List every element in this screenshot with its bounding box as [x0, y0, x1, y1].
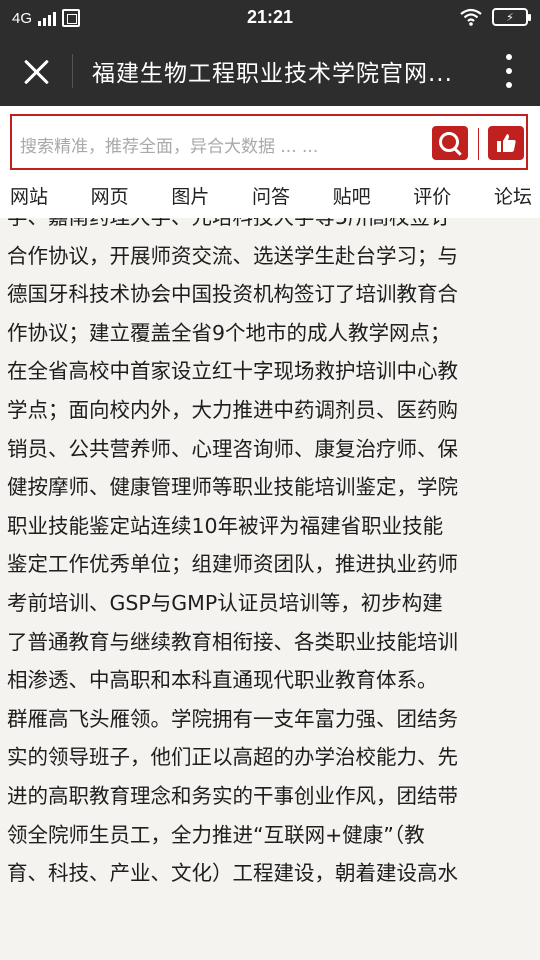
article-content[interactable]: 学、嘉南药理大学、元培科技大学等5所高校签订 合作协议，开展师资交流、选送学生赴…: [0, 218, 540, 960]
article-line: 鉴定工作优秀单位；组建师资团队，推进执业药师: [7, 552, 458, 577]
search-placeholder: 搜索精准，推荐全面，异合大数据 ... ...: [20, 137, 319, 157]
article-line: 健按摩师、健康管理师等职业技能培训鉴定，学院: [7, 475, 458, 500]
tab-tieba[interactable]: 贴吧: [333, 176, 371, 218]
article-line: 领全院师生员工，全力推进“互联网+健康”（教: [7, 822, 425, 847]
article-line: 合作协议，开展师资交流、选送学生赴台学习；与: [7, 243, 458, 268]
status-bar: 4G 21:21 ⚡: [0, 0, 540, 36]
article-line: 德国牙科技术协会中国投资机构签订了培训教育合: [7, 282, 458, 307]
article-line: 作协议；建立覆盖全省9个地市的成人教学网点；: [7, 320, 451, 345]
wifi-icon: [460, 8, 482, 26]
clock: 21:21: [246, 7, 294, 27]
article-line: 育、科技、产业、文化）工程建设，朝着建设高水: [7, 861, 458, 886]
article-line: 学、嘉南药理大学、元培科技大学等5所高校签订: [7, 218, 539, 237]
thumbs-up-icon[interactable]: [488, 126, 524, 160]
article-line: 在全省高校中首家设立红十字现场救护培训中心教: [7, 359, 458, 384]
close-icon[interactable]: [20, 56, 52, 86]
title-divider: [72, 54, 73, 88]
tab-reviews[interactable]: 评价: [413, 176, 451, 218]
search-divider: [478, 128, 479, 160]
article-line: 相渗透、中高职和本科直通现代职业教育体系。: [7, 668, 438, 693]
title-bar: 福建生物工程职业技术学院官网...: [0, 36, 540, 106]
article-line: 考前培训、GSP与GMP认证员培训等，初步构建: [7, 590, 443, 615]
search-input[interactable]: 搜索精准，推荐全面，异合大数据 ... ...: [10, 114, 528, 170]
category-tabs: 网站 网页 图片 问答 贴吧 评价 论坛: [0, 176, 540, 218]
search-area: 搜索精准，推荐全面，异合大数据 ... ...: [0, 106, 540, 176]
tab-images[interactable]: 图片: [171, 176, 209, 218]
article-line: 实的领导班子，他们正以高超的办学治校能力、先: [7, 745, 458, 770]
article-line: 了普通教育与继续教育相衔接、各类职业技能培训: [7, 629, 458, 654]
article-line: 进的高职教育理念和务实的干事创业作风，团结带: [7, 783, 458, 808]
tab-qa[interactable]: 问答: [252, 176, 290, 218]
page-title: 福建生物工程职业技术学院官网...: [92, 61, 453, 87]
article-line: 职业技能鉴定站连续10年被评为福建省职业技能: [7, 513, 444, 538]
article-text: 学、嘉南药理大学、元培科技大学等5所高校签订 合作协议，开展师资交流、选送学生赴…: [7, 218, 539, 893]
tab-forum[interactable]: 论坛: [494, 176, 532, 218]
status-right: ⚡: [460, 8, 531, 26]
search-icon[interactable]: [432, 126, 468, 160]
tab-webpage[interactable]: 网页: [91, 176, 129, 218]
more-vertical-icon[interactable]: [506, 54, 512, 88]
article-line: 群雁高飞头雁领。学院拥有一支年富力强、团结务: [7, 706, 458, 731]
battery-charging-icon: ⚡: [492, 8, 531, 26]
tab-website[interactable]: 网站: [10, 176, 48, 218]
article-line: 学点；面向校内外，大力推进中药调剂员、医药购: [7, 397, 458, 422]
article-line: 销员、公共营养师、心理咨询师、康复治疗师、保: [7, 436, 458, 461]
